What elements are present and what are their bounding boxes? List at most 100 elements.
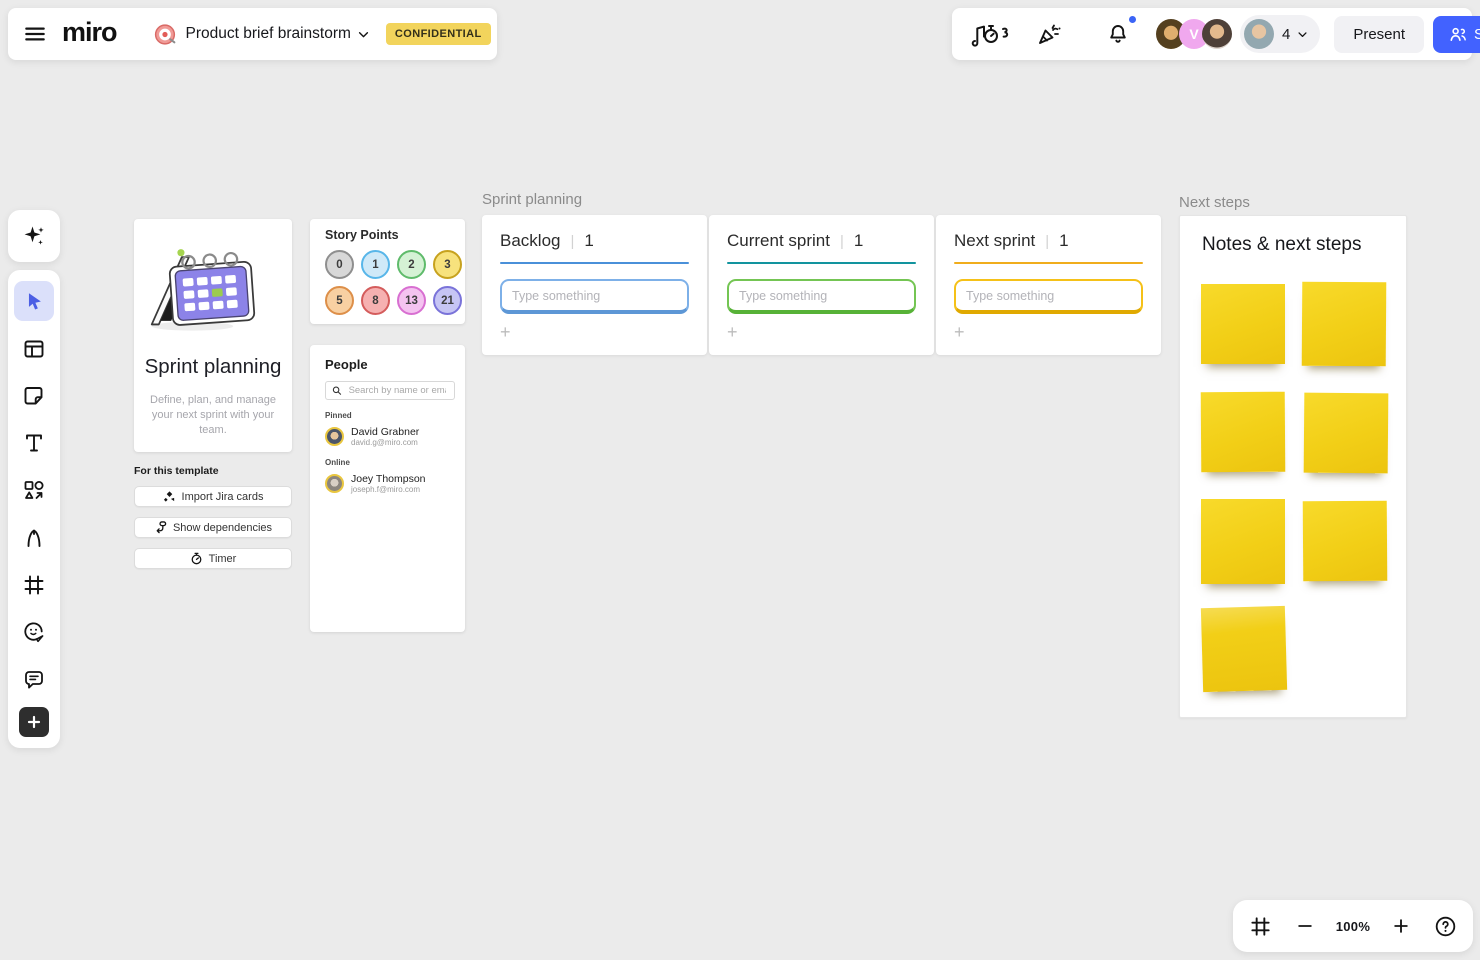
board-title[interactable]: Product brief brainstorm bbox=[186, 25, 351, 43]
column-current-sprint[interactable]: Current sprint | 1 + bbox=[709, 215, 934, 355]
person-row[interactable]: David Grabner david.g@miro.com bbox=[325, 426, 455, 447]
miro-board-canvas[interactable]: miro Product brief brainstorm CONFIDENTI… bbox=[0, 0, 1480, 960]
column-card-input[interactable] bbox=[727, 279, 916, 314]
column-underline bbox=[727, 262, 916, 264]
sticky-note[interactable] bbox=[1201, 284, 1285, 364]
sticker-icon bbox=[22, 620, 46, 644]
people-group-label: Pinned bbox=[325, 411, 455, 420]
jira-icon bbox=[163, 490, 176, 503]
person-name: David Grabner bbox=[351, 426, 419, 438]
sticky-note[interactable] bbox=[1201, 392, 1286, 473]
sticky-note[interactable] bbox=[1201, 499, 1285, 584]
column-card-input[interactable] bbox=[954, 279, 1143, 314]
people-title: People bbox=[325, 357, 455, 372]
people-search-input[interactable] bbox=[347, 384, 448, 397]
miro-logo[interactable]: miro bbox=[62, 17, 117, 48]
fit-view-icon bbox=[1249, 915, 1272, 938]
template-card[interactable]: Sprint planning Define, plan, and manage… bbox=[134, 219, 292, 452]
sticky-note[interactable] bbox=[1304, 393, 1389, 474]
add-card-button[interactable]: + bbox=[954, 323, 972, 341]
people-panel: People Pinned David Grabner david.g@miro… bbox=[310, 345, 465, 632]
templates-tool[interactable] bbox=[14, 329, 54, 369]
show-dependencies-button[interactable]: Show dependencies bbox=[134, 517, 292, 538]
column-count: 1 bbox=[854, 231, 863, 251]
select-tool[interactable] bbox=[14, 281, 54, 321]
column-backlog[interactable]: Backlog | 1 + bbox=[482, 215, 707, 355]
sticky-note[interactable] bbox=[1303, 501, 1388, 582]
calendar-illustration bbox=[134, 241, 292, 337]
zoom-in-button[interactable] bbox=[1389, 914, 1413, 938]
main-menu-button[interactable] bbox=[18, 17, 52, 51]
plus-icon bbox=[26, 714, 42, 730]
share-button[interactable]: Share bbox=[1433, 16, 1480, 53]
story-point-chip[interactable]: 8 bbox=[361, 286, 390, 315]
confidential-badge: CONFIDENTIAL bbox=[386, 23, 491, 45]
present-button[interactable]: Present bbox=[1334, 16, 1424, 53]
button-label: Import Jira cards bbox=[182, 491, 264, 503]
pen-tool[interactable] bbox=[14, 518, 54, 558]
notification-dot bbox=[1129, 16, 1136, 23]
story-point-chip[interactable]: 21 bbox=[433, 286, 462, 315]
add-more-tools-button[interactable] bbox=[19, 707, 49, 737]
fit-view-button[interactable] bbox=[1247, 913, 1274, 940]
timer-icon bbox=[190, 552, 203, 565]
collaborators-dropdown[interactable]: 4 bbox=[1240, 15, 1320, 53]
zoom-out-icon bbox=[1295, 916, 1315, 936]
chevron-down-icon[interactable] bbox=[355, 26, 372, 43]
zoom-controls: 100% bbox=[1233, 900, 1473, 952]
person-row[interactable]: Joey Thompson joseph.f@miro.com bbox=[325, 473, 455, 494]
person-email: david.g@miro.com bbox=[351, 438, 419, 447]
sticker-tool[interactable] bbox=[14, 612, 54, 652]
zoom-in-icon bbox=[1391, 916, 1411, 936]
add-card-button[interactable]: + bbox=[500, 323, 518, 341]
frame-label-sprint-planning[interactable]: Sprint planning bbox=[482, 191, 582, 208]
zoom-out-button[interactable] bbox=[1293, 914, 1317, 938]
people-search[interactable] bbox=[325, 381, 455, 400]
column-separator: | bbox=[840, 233, 844, 250]
celebrate-button[interactable] bbox=[1030, 15, 1068, 53]
sticky-note[interactable] bbox=[1201, 606, 1287, 692]
story-point-chip[interactable]: 3 bbox=[433, 250, 462, 279]
notifications-button[interactable] bbox=[1102, 18, 1134, 50]
story-points-title: Story Points bbox=[325, 228, 465, 242]
column-card-input[interactable] bbox=[500, 279, 689, 314]
collaborator-avatars: V bbox=[1156, 19, 1232, 49]
notes-title: Notes & next steps bbox=[1202, 234, 1361, 256]
text-tool[interactable] bbox=[14, 423, 54, 463]
add-card-button[interactable]: + bbox=[727, 323, 745, 341]
avatar bbox=[325, 427, 344, 446]
tools-panel bbox=[8, 270, 60, 748]
music-timer-button[interactable] bbox=[966, 15, 1016, 53]
story-point-chip[interactable]: 1 bbox=[361, 250, 390, 279]
column-next-sprint[interactable]: Next sprint | 1 + bbox=[936, 215, 1161, 355]
story-point-chip[interactable]: 13 bbox=[397, 286, 426, 315]
share-label: Share bbox=[1474, 26, 1480, 43]
button-label: Timer bbox=[209, 553, 237, 565]
import-jira-cards-button[interactable]: Import Jira cards bbox=[134, 486, 292, 507]
sticky-note-tool[interactable] bbox=[14, 376, 54, 416]
story-point-chip[interactable]: 2 bbox=[397, 250, 426, 279]
help-button[interactable] bbox=[1432, 913, 1459, 940]
ai-assistant-button[interactable] bbox=[14, 216, 54, 256]
ai-sparkle-icon bbox=[21, 223, 47, 249]
zoom-level[interactable]: 100% bbox=[1336, 919, 1370, 934]
column-title: Backlog bbox=[500, 231, 560, 251]
search-icon bbox=[332, 385, 342, 396]
template-section-label: For this template bbox=[134, 465, 219, 477]
story-point-chip[interactable]: 0 bbox=[325, 250, 354, 279]
comment-tool[interactable] bbox=[14, 659, 54, 699]
avatar[interactable] bbox=[1202, 19, 1232, 49]
frame-label-next-steps[interactable]: Next steps bbox=[1179, 194, 1250, 211]
timer-button[interactable]: Timer bbox=[134, 548, 292, 569]
button-label: Show dependencies bbox=[173, 522, 272, 534]
frame-tool[interactable] bbox=[14, 565, 54, 605]
story-point-chip[interactable]: 5 bbox=[325, 286, 354, 315]
sticky-note-icon bbox=[22, 384, 46, 408]
sticky-note[interactable] bbox=[1302, 282, 1387, 367]
share-people-icon bbox=[1448, 26, 1467, 43]
music-timer-icon bbox=[970, 19, 1012, 49]
notes-panel[interactable]: Notes & next steps bbox=[1179, 215, 1407, 718]
templates-icon bbox=[22, 337, 46, 361]
person-email: joseph.f@miro.com bbox=[351, 485, 426, 494]
shapes-tool[interactable] bbox=[14, 470, 54, 510]
